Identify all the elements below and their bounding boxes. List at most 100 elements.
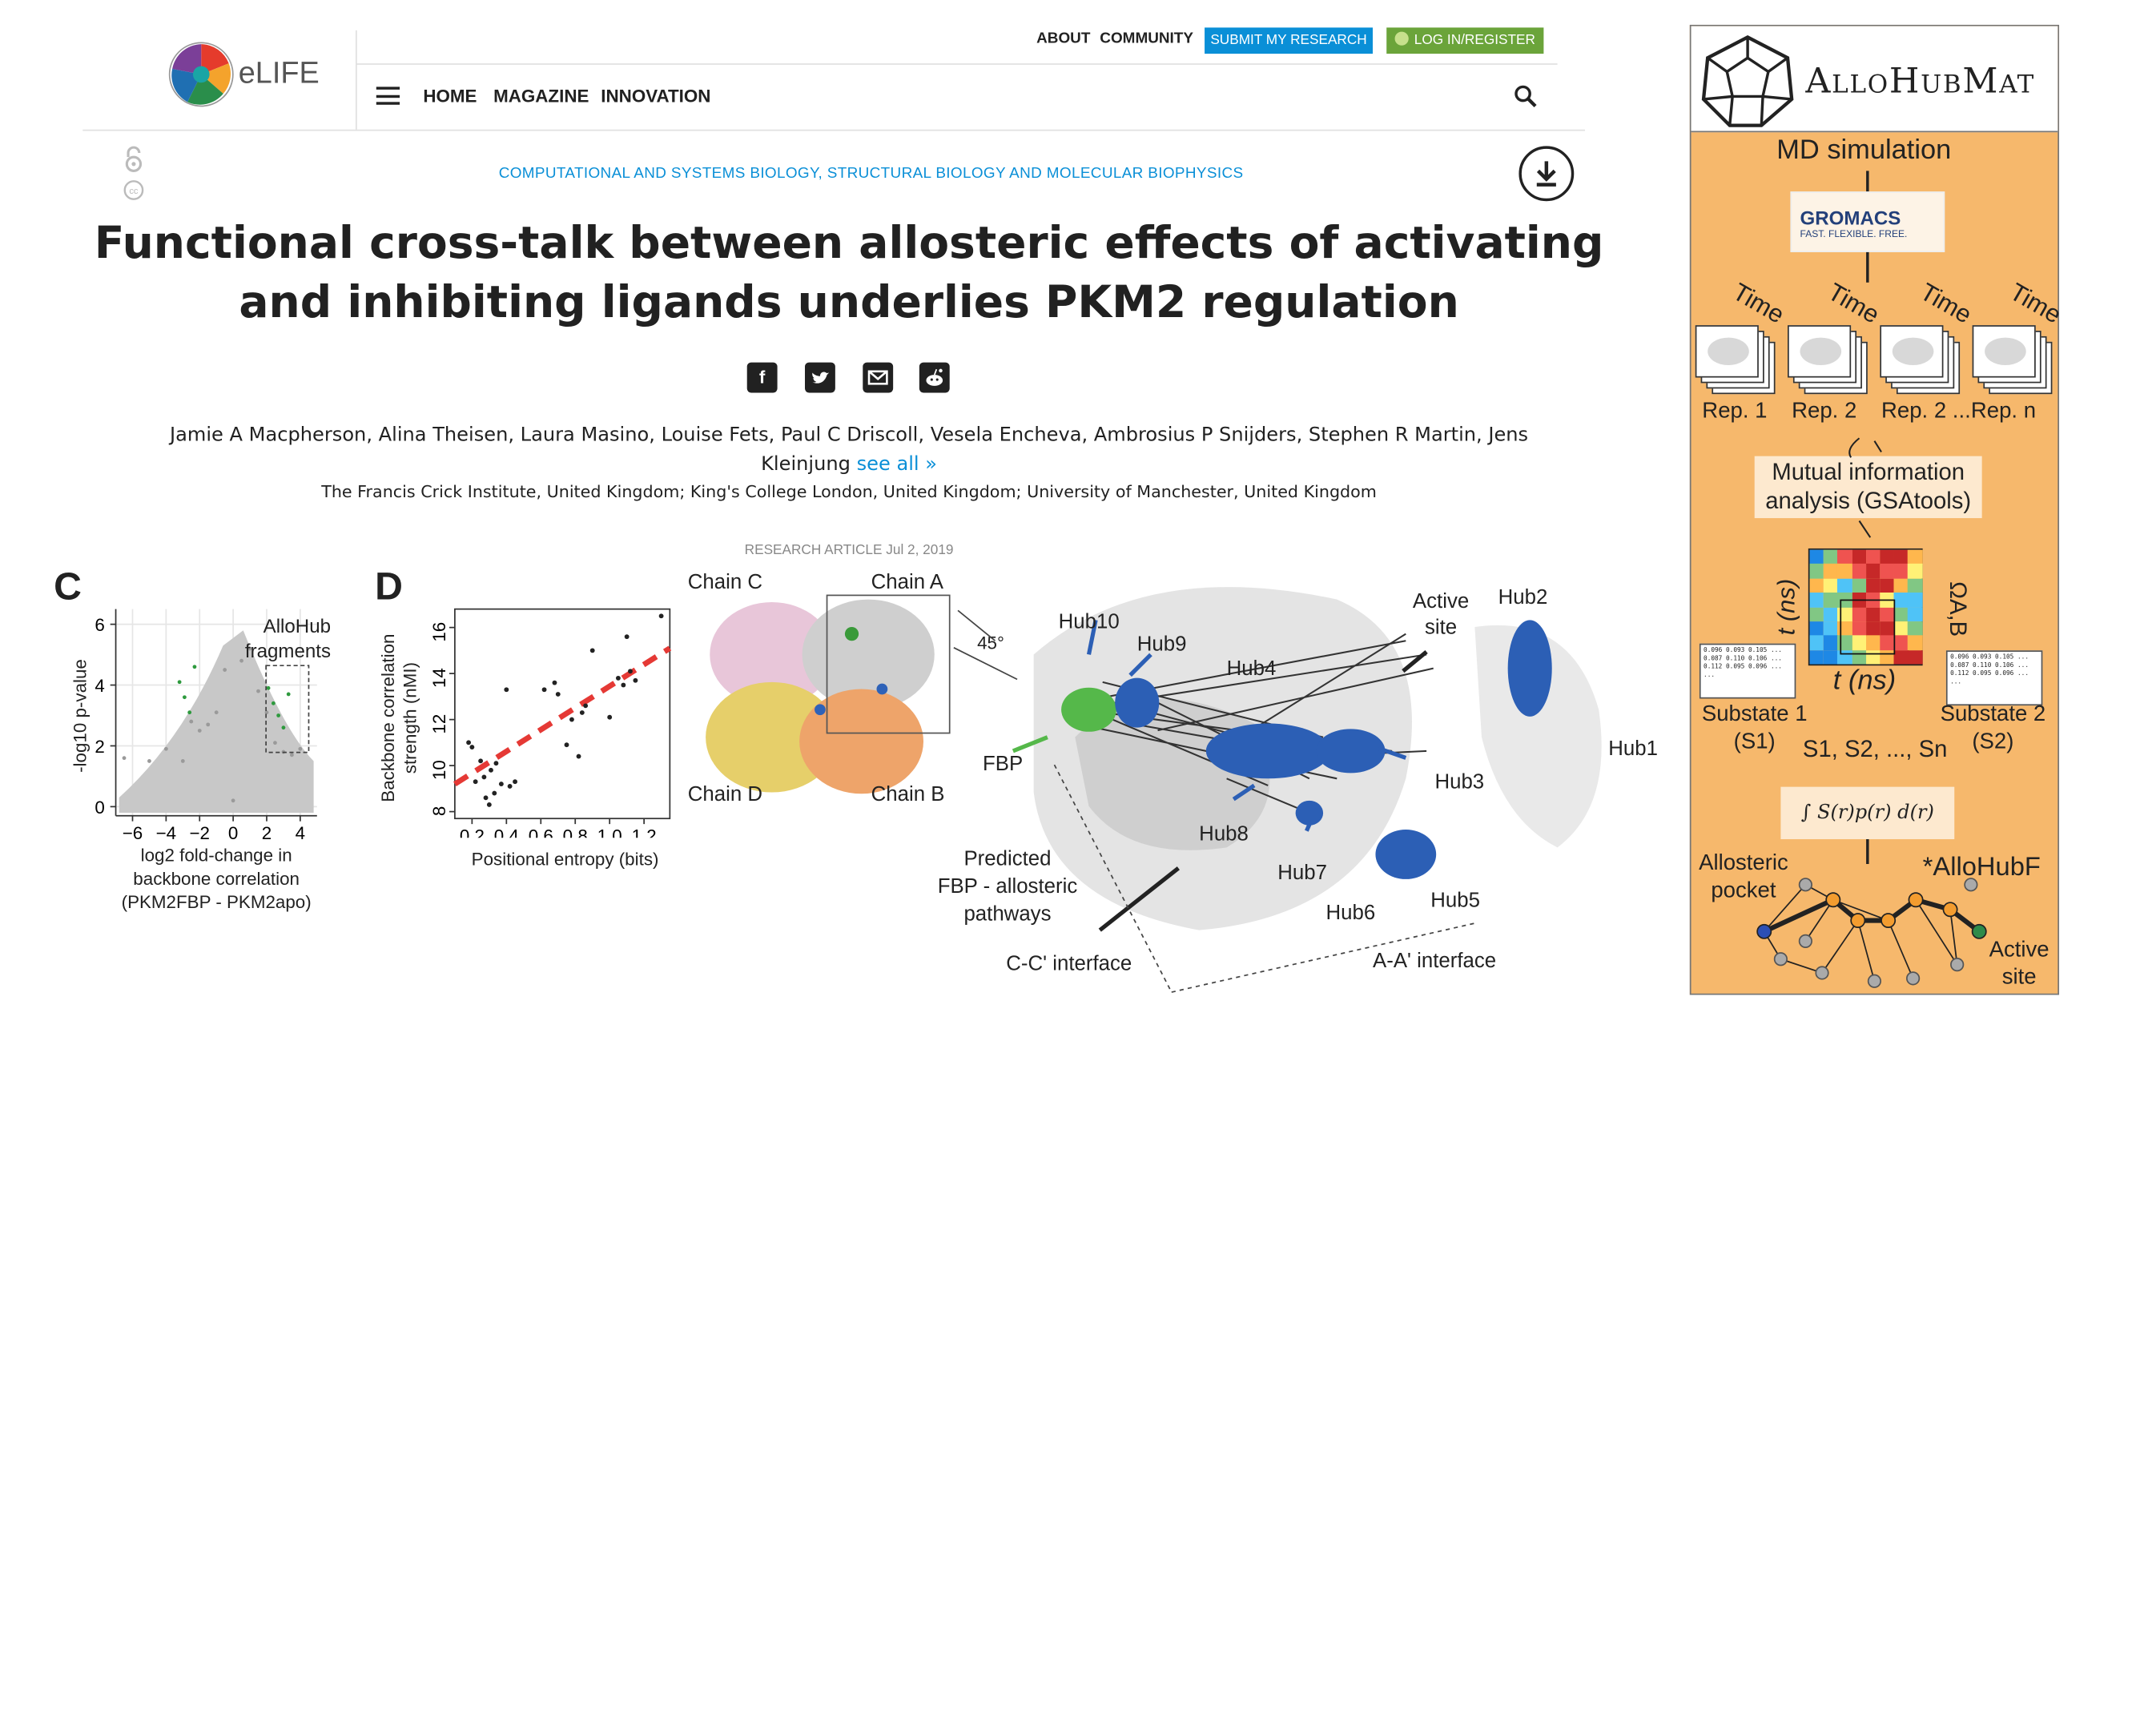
predicted-line2: FBP - allosteric	[937, 874, 1078, 899]
volcano-ytick-label: 6	[95, 615, 104, 635]
rep-3-label: Rep. 2 ...	[1881, 400, 1971, 424]
heatmap-cell	[1908, 621, 1923, 637]
allohub-point	[281, 725, 286, 730]
heatmap-cell	[1809, 578, 1824, 593]
volcano-xlabel-line3: (PKM2FBP - PKM2apo)	[121, 891, 312, 913]
volcano-xtick-label: 0	[228, 823, 238, 843]
heatmap-cell	[1809, 593, 1824, 608]
entropy-xtick-label: 0.8	[563, 826, 588, 838]
heatmap-cell	[1824, 649, 1838, 665]
search-icon[interactable]	[1514, 84, 1539, 109]
volcano-point	[163, 746, 168, 751]
about-link[interactable]: ABOUT	[1036, 30, 1090, 47]
substate1-matrix: 0.096 0.093 0.105 ... 0.087 0.110 0.106 …	[1699, 643, 1796, 699]
hub3-label: Hub3	[1434, 770, 1485, 794]
entropy-ylabel-line2: strength (nMI)	[400, 661, 420, 774]
heatmap-cell	[1893, 649, 1909, 665]
substate1-line2: (S1)	[1733, 730, 1776, 754]
volcano-point	[214, 710, 219, 715]
mi-arrows	[1848, 437, 1882, 538]
entropy-point	[478, 758, 484, 764]
chain-c-label: Chain C	[687, 570, 763, 594]
header-divider-mid	[355, 63, 1558, 65]
entropy-point	[483, 795, 489, 801]
allohub-point	[187, 710, 192, 715]
entropy-point	[628, 669, 633, 674]
community-link[interactable]: COMMUNITY	[1100, 30, 1193, 47]
protein-thumbnail	[1892, 337, 1934, 366]
rep-2-label: Rep. 2	[1792, 400, 1857, 424]
md-arrow-2	[1866, 251, 1868, 283]
article-title-line2: and inhibiting ligands underlies PKM2 re…	[239, 275, 1459, 328]
entropy-yticks: 8 10 12 14 16	[429, 622, 455, 816]
submit-research-button[interactable]: SUBMIT MY RESEARCH	[1205, 27, 1374, 54]
nav-innovation[interactable]: INNOVATION	[601, 86, 710, 106]
svg-text:cc: cc	[129, 187, 139, 196]
author-list: Jamie A Macpherson, Alina Theisen, Laura…	[151, 422, 1547, 480]
heatmap-cell	[1852, 564, 1867, 579]
volcano-ytick-label: 2	[95, 737, 104, 757]
see-all-authors-link[interactable]: see all »	[857, 453, 937, 476]
allohub-point	[192, 665, 197, 669]
menu-icon[interactable]	[376, 86, 400, 105]
twitter-icon[interactable]	[805, 362, 835, 393]
entropy-point	[564, 742, 569, 748]
elife-logo[interactable]: eLIFE	[168, 42, 323, 108]
protein-thumbnail	[1708, 337, 1749, 366]
allohub-point	[266, 685, 271, 690]
facebook-icon[interactable]: f	[746, 362, 778, 393]
heatmap-cell	[1809, 607, 1824, 622]
cc-icon: cc	[123, 180, 144, 200]
mi-heatmap	[1808, 548, 1923, 666]
heatmap-y-label: t (ns)	[1772, 578, 1800, 636]
entropy-point	[489, 767, 493, 773]
integral-arrow	[1866, 839, 1868, 865]
heatmap-cell	[1865, 564, 1881, 579]
heatmap-cell	[1908, 549, 1923, 565]
subject-list[interactable]: COMPUTATIONAL AND SYSTEMS BIOLOGY, STRUC…	[0, 166, 1742, 183]
replica-frame	[1788, 325, 1852, 378]
login-register-button[interactable]: LOG IN/REGISTER	[1386, 27, 1544, 54]
reddit-icon[interactable]	[919, 362, 950, 393]
heatmap-cell	[1837, 549, 1852, 565]
volcano-point	[256, 689, 260, 693]
entropy-point	[469, 745, 475, 750]
heatmap-cell	[1824, 621, 1838, 637]
predicted-line1: Predicted	[963, 847, 1052, 871]
entropy-ytick-label: 12	[429, 714, 449, 734]
heatmap-cell	[1837, 578, 1852, 593]
chain-b-label: Chain B	[871, 782, 945, 806]
volcano-xlabel: log2 fold-change in backbone correlation…	[99, 843, 334, 914]
heatmap-omega-label: ΩA,B	[1945, 581, 1971, 637]
volcano-point	[298, 746, 303, 751]
entropy-point	[504, 687, 509, 693]
replica-frame	[1972, 325, 2036, 378]
panel-c-letter: C	[54, 565, 82, 608]
fbp-site-green	[1061, 687, 1116, 732]
integral-box: ∫ S(r)p(r) d(r)	[1780, 786, 1955, 840]
email-icon[interactable]	[863, 362, 894, 393]
volcano-point	[122, 756, 127, 761]
entropy-xtick-label: 0.4	[494, 826, 519, 838]
heatmap-cell	[1865, 578, 1881, 593]
heatmap-cell	[1893, 621, 1909, 637]
aa-interface-label: A-A' interface	[1373, 949, 1497, 973]
entropy-ytick-label: 8	[429, 806, 449, 816]
heatmap-cell	[1908, 578, 1923, 593]
active-site-label-line1: Active	[1412, 589, 1470, 613]
article-title: Functional cross-talk between allosteric…	[0, 214, 1698, 332]
entropy-point	[633, 677, 638, 683]
hub6-label: Hub6	[1325, 901, 1376, 925]
hub7-label: Hub7	[1277, 861, 1327, 885]
heatmap-cell	[1893, 593, 1909, 608]
nav-magazine[interactable]: MAGAZINE	[493, 86, 589, 106]
nav-home[interactable]: HOME	[423, 86, 477, 106]
heatmap-cell	[1809, 549, 1824, 565]
entropy-point	[486, 802, 492, 807]
allohubmat-brand: AlloHubMat	[1805, 60, 2035, 101]
entropy-xticks: 0.2 0.4 0.6 0.8 1.0 1.2	[460, 818, 657, 838]
heatmap-cell	[1809, 636, 1824, 651]
article-meta: RESEARCH ARTICLE Jul 2, 2019	[744, 543, 954, 558]
heatmap-cell	[1893, 549, 1909, 565]
entropy-xtick-label: 1.2	[632, 826, 657, 838]
